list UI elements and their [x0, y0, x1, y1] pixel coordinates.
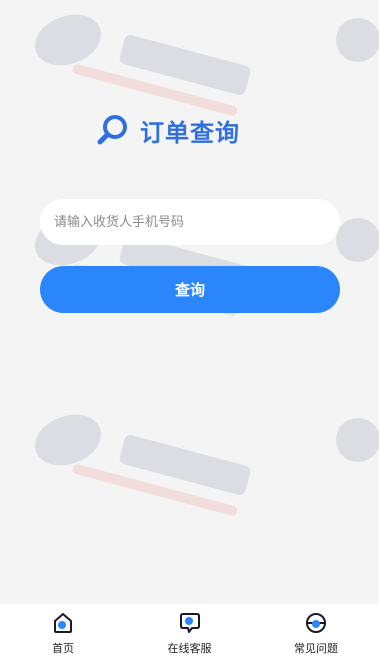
- search-icon: [96, 113, 130, 147]
- nav-label-online-support: 在线客服: [167, 642, 212, 655]
- watermark-overlay: [0, 0, 379, 665]
- query-button[interactable]: 查询: [40, 266, 340, 313]
- home-icon: [51, 611, 75, 635]
- nav-item-home[interactable]: 首页: [0, 604, 126, 665]
- nav-label-home: 首页: [52, 642, 74, 655]
- nav-item-online-support[interactable]: 在线客服: [127, 604, 253, 665]
- bottom-nav: 首页 在线客服 常见问题: [0, 604, 379, 665]
- page-header: 订单查询: [96, 112, 240, 148]
- page-title: 订单查询: [140, 118, 240, 147]
- nav-label-faq: 常见问题: [294, 642, 338, 655]
- query-button-label: 查询: [174, 281, 205, 299]
- help-icon: [304, 611, 328, 635]
- phone-number-input[interactable]: [40, 199, 340, 245]
- nav-item-faq[interactable]: 常见问题: [253, 604, 379, 665]
- order-query-page: 订单查询 查询 首页 在线客服: [0, 0, 379, 665]
- chat-icon: [178, 611, 202, 635]
